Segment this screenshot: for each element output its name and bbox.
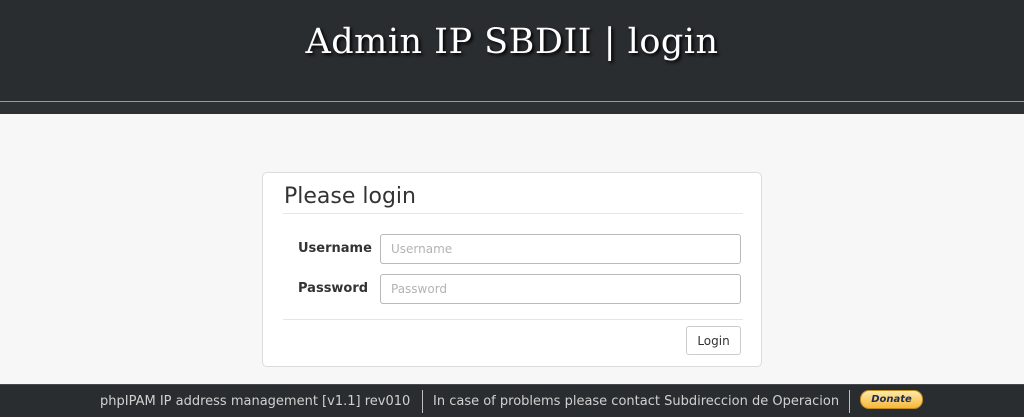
title-divider	[283, 213, 743, 214]
version-text: phpIPAM IP address management [v1.1] rev…	[100, 394, 411, 409]
login-panel: Please login Username Password Login	[262, 172, 762, 367]
password-input[interactable]	[380, 274, 741, 304]
username-label: Username	[298, 241, 372, 256]
form-divider	[283, 319, 743, 320]
app-title: Admin IP SBDII | login	[305, 22, 719, 62]
password-label: Password	[298, 281, 369, 296]
header-band	[0, 102, 1024, 114]
footer-separator	[422, 390, 423, 413]
username-input[interactable]	[380, 234, 741, 264]
donate-button[interactable]: Donate	[860, 390, 923, 409]
footer-separator	[849, 390, 850, 413]
contact-text: In case of problems please contact Subdi…	[433, 394, 840, 409]
page-header: Admin IP SBDII | login	[0, 0, 1024, 114]
page-footer: phpIPAM IP address management [v1.1] rev…	[0, 384, 1024, 417]
login-button[interactable]: Login	[686, 326, 741, 355]
login-title: Please login	[284, 184, 416, 209]
